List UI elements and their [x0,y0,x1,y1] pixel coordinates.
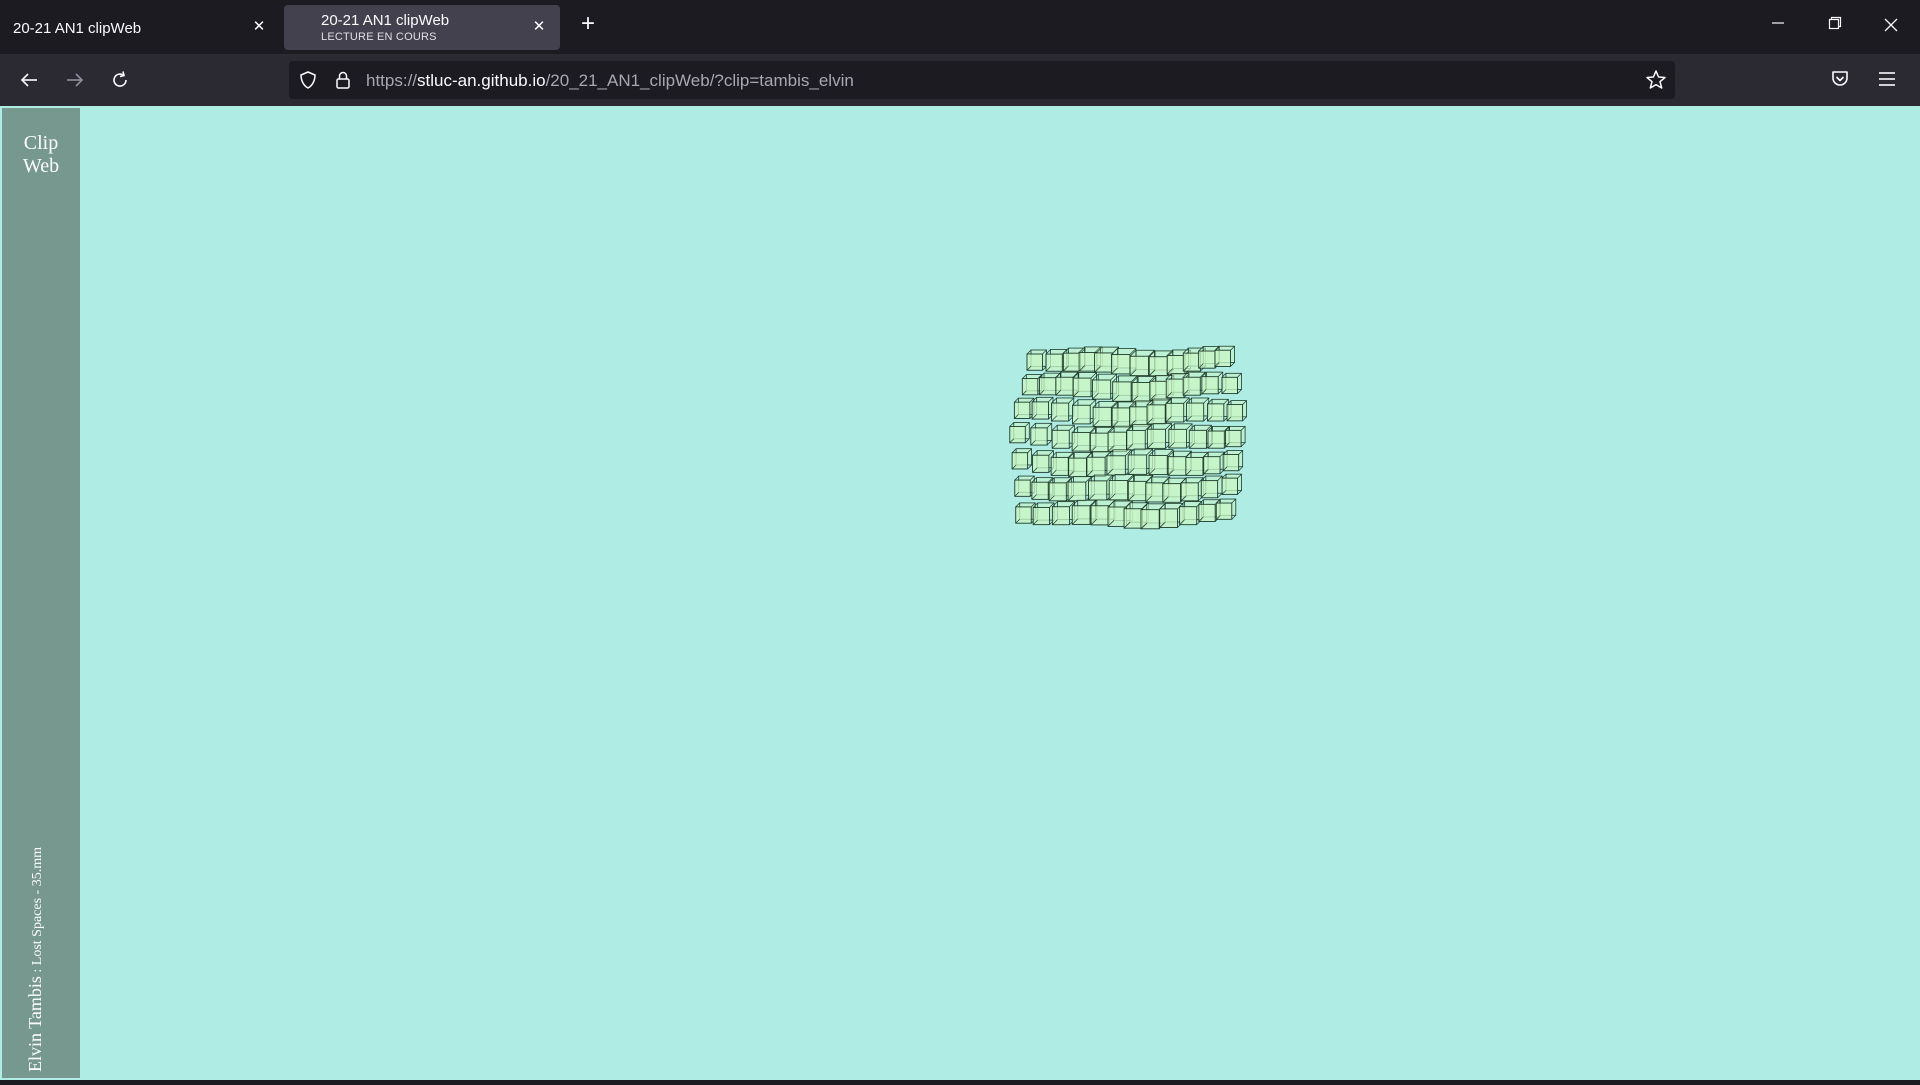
wireframe-cube [1051,397,1075,422]
clip-title: : Lost Spaces - 35.mm [30,846,45,977]
tab-title: 20-21 AN1 clipWeb [13,20,142,37]
reload-icon[interactable] [106,66,134,94]
wireframe-cube [1021,374,1043,396]
tab-clipweb-2[interactable]: 20-21 AN1 clipWeb LECTURE EN COURS ✕ [284,5,560,50]
wireframe-cube [1051,501,1075,526]
close-tab-icon[interactable]: ✕ [530,18,548,36]
wireframe-cube [1031,396,1054,420]
hamburger-menu-icon[interactable] [1877,69,1897,94]
wireframe-cube [1226,400,1247,422]
wireframe-cube [1200,475,1223,499]
wireframe-cube [1009,422,1030,444]
wireframe-cube [1221,372,1242,395]
clip-credit: Elvin Tambis : Lost Spaces - 35.mm [25,847,46,1072]
wireframe-cube [1051,424,1075,449]
tab-playing-status: LECTURE EN COURS [321,31,437,43]
minimize-icon[interactable] [1763,12,1793,42]
restore-icon[interactable] [1820,12,1850,42]
forward-arrow-icon[interactable] [61,66,89,94]
wireframe-cube [1030,422,1053,446]
wireframe-cube [1072,399,1097,425]
cube-cluster-animation [1009,345,1247,530]
logo-line-2: Web [22,155,60,177]
url-path: /20_21_AN1_clipWeb/?clip=tambis_elvin [545,71,854,90]
wireframe-cube [1026,349,1047,371]
wireframe-cube [1013,397,1035,419]
tab-title: 20-21 AN1 clipWeb [321,12,450,29]
sidebar: Clip Web Elvin Tambis : Lost Spaces - 35… [2,108,80,1078]
wireframe-cube [1011,448,1033,470]
new-tab-plus-icon[interactable]: + [576,12,600,37]
url-text[interactable]: https://stluc-an.github.io/20_21_AN1_cli… [366,71,854,91]
tab-strip: 20-21 AN1 clipWeb ✕ 20-21 AN1 clipWeb LE… [0,0,1920,54]
url-host: stluc-an.github.io [417,71,546,90]
back-arrow-icon[interactable] [15,66,43,94]
address-bar[interactable]: https://stluc-an.github.io/20_21_AN1_cli… [289,61,1675,99]
tracking-protection-shield-icon[interactable] [298,70,318,95]
logo-line-1: Clip [23,132,59,154]
wireframe-cube [1222,450,1244,472]
author-name: Elvin Tambis [25,976,45,1072]
tab-clipweb-1[interactable]: 20-21 AN1 clipWeb ✕ [0,5,280,50]
clipweb-logo[interactable]: Clip Web [2,132,80,178]
pocket-icon[interactable] [1830,69,1850,94]
wireframe-cube [1168,423,1193,449]
clip-stage[interactable] [80,106,1920,1080]
navigation-toolbar: https://stluc-an.github.io/20_21_AN1_cli… [0,54,1920,106]
wireframe-cube [1221,473,1242,495]
close-tab-icon[interactable]: ✕ [250,18,268,36]
url-scheme: https:// [366,71,418,90]
wireframe-cube [1032,502,1055,526]
lock-icon[interactable] [334,70,352,95]
wireframe-cube [1207,398,1229,422]
wireframe-cube [1015,502,1036,524]
web-page: Clip Web Elvin Tambis : Lost Spaces - 35… [0,106,1920,1080]
wireframe-cube [1186,397,1210,422]
wireframe-cube [1032,450,1054,473]
bookmark-star-icon[interactable] [1645,69,1667,96]
close-window-icon[interactable] [1876,12,1906,42]
wireframe-cube [1014,475,1035,497]
